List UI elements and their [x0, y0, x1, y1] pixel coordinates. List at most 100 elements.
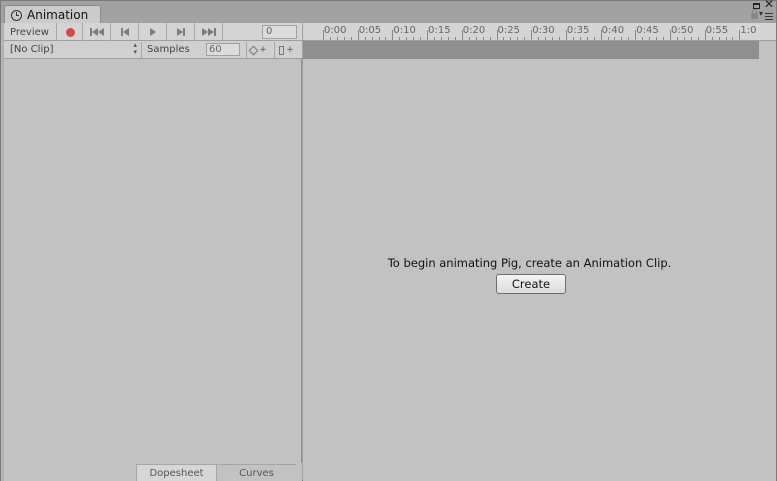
clip-dropdown-value: [No Clip] [10, 44, 54, 55]
ruler-minor-tick [454, 37, 456, 40]
menu-icon[interactable] [759, 9, 773, 21]
samples-label: Samples [147, 44, 190, 55]
ruler-minor-tick [350, 37, 352, 40]
ruler-minor-tick [510, 37, 512, 40]
ruler-tick-label: 0:45 [636, 25, 659, 36]
ruler-minor-tick [718, 37, 720, 40]
ruler-minor-tick [614, 37, 616, 40]
preview-label: Preview [10, 26, 49, 38]
ruler-minor-tick [579, 37, 581, 40]
frame-field[interactable]: 0 [262, 25, 297, 39]
ruler-minor-tick [440, 37, 442, 40]
animation-window: Animation ✕ Preview [0, 0, 777, 481]
first-keyframe-button[interactable] [84, 23, 111, 41]
ruler-minor-tick [378, 37, 380, 40]
ruler-tick-label: 0:25 [497, 25, 520, 36]
scroll-column [759, 41, 776, 59]
record-icon [65, 27, 75, 37]
ruler-minor-tick [538, 37, 540, 40]
add-keyframe-button[interactable]: + [246, 42, 270, 58]
ruler-minor-tick [642, 37, 644, 40]
time-ruler[interactable]: 0:00 0:05 0:10 0:15 0:20 0:25 0:30 0:35 0:40 0:45… [303, 23, 776, 41]
ruler-minor-tick [586, 37, 588, 40]
close-icon[interactable]: ✕ [764, 0, 774, 10]
ruler-tick-label: 0:00 [324, 25, 347, 36]
tab-curves-label: Curves [239, 467, 274, 479]
ruler-minor-tick [607, 37, 609, 40]
tab-curves[interactable]: Curves [216, 464, 296, 481]
tab-bar: Animation ✕ [1, 0, 776, 24]
first-keyframe-icon [90, 28, 104, 36]
ruler-minor-tick [413, 37, 415, 40]
ruler-minor-tick [593, 37, 595, 40]
ruler-minor-tick [545, 37, 547, 40]
ruler-minor-tick [336, 37, 338, 40]
tab-animation[interactable]: Animation [4, 5, 101, 24]
ruler-minor-tick [628, 37, 630, 40]
clock-icon [11, 9, 22, 21]
last-keyframe-button[interactable] [196, 23, 223, 41]
ruler-minor-tick [683, 37, 685, 40]
view-mode-tabs: Dopesheet Curves [4, 463, 302, 481]
timeline-panel: 0:00 0:05 0:10 0:15 0:20 0:25 0:30 0:35 0:40 0:45… [303, 23, 776, 481]
ruler-minor-tick [552, 37, 554, 40]
play-icon [150, 28, 156, 36]
ruler-minor-tick [468, 37, 470, 40]
tab-animation-label: Animation [27, 8, 89, 22]
clip-dropdown[interactable]: [No Clip] ▴ ▾ [6, 42, 142, 58]
ruler-minor-tick [676, 37, 678, 40]
samples-field[interactable]: 60 [206, 43, 240, 56]
ruler-tick-label: 0:30 [532, 25, 555, 36]
event-icon [279, 45, 285, 55]
last-keyframe-icon [202, 28, 216, 36]
ruler-tick-label: 0:05 [358, 25, 382, 36]
ruler-minor-tick [503, 37, 505, 40]
ruler-minor-tick [475, 37, 477, 40]
preview-button[interactable]: Preview [4, 23, 57, 41]
previous-keyframe-icon [121, 28, 129, 36]
empty-state-message: To begin animating Pig, create an Animat… [387, 256, 672, 270]
ruler-minor-tick [364, 37, 366, 40]
ruler-minor-tick [482, 37, 484, 40]
ruler-minor-tick [697, 37, 699, 40]
create-clip-button[interactable]: Create [496, 274, 566, 294]
ruler-minor-tick [399, 37, 401, 40]
ruler-minor-tick [690, 37, 692, 40]
tab-dopesheet-label: Dopesheet [149, 467, 204, 479]
ruler-minor-tick [572, 37, 574, 40]
ruler-tick-label: 0:50 [671, 25, 694, 36]
ruler-minor-tick [725, 37, 727, 40]
ruler-minor-tick [489, 37, 491, 40]
tab-dopesheet[interactable]: Dopesheet [136, 464, 216, 481]
ruler-minor-tick [329, 37, 331, 40]
ruler-minor-tick [621, 37, 623, 40]
add-event-button[interactable]: + [274, 42, 298, 58]
ruler-minor-tick [434, 37, 436, 40]
ruler-minor-tick [732, 37, 734, 40]
ruler-minor-tick [517, 37, 519, 40]
ruler-minor-tick [343, 37, 345, 40]
ruler-tick-label: 0:20 [462, 25, 486, 36]
ruler-minor-tick [371, 37, 373, 40]
hierarchy-panel: Preview 0 [No Clip] ▴ ▾ Samples 60 + + D… [4, 23, 302, 481]
ruler-minor-tick [447, 37, 449, 40]
clip-toolbar: [No Clip] ▴ ▾ Samples 60 + + [4, 41, 302, 59]
ruler-minor-tick [663, 37, 665, 40]
ruler-minor-tick [711, 37, 713, 40]
ruler-minor-tick [524, 37, 526, 40]
ruler-minor-tick [656, 37, 658, 40]
ruler-tick-label: 0:10 [393, 25, 416, 36]
next-keyframe-button[interactable] [168, 23, 195, 41]
ruler-tick-label: 0:55 [705, 25, 729, 36]
next-keyframe-icon [177, 28, 185, 36]
previous-keyframe-button[interactable] [112, 23, 139, 41]
ruler-tick-label: 0:15 [428, 25, 451, 36]
event-strip[interactable] [303, 41, 759, 59]
updown-arrows-icon: ▴ ▾ [133, 41, 137, 56]
record-button[interactable] [58, 23, 83, 41]
keyframe-icon [248, 45, 259, 55]
lock-icon[interactable] [751, 9, 758, 19]
ruler-tick-label: 0:35 [566, 25, 590, 36]
playback-toolbar: Preview 0 [4, 23, 302, 41]
play-button[interactable] [140, 23, 167, 41]
